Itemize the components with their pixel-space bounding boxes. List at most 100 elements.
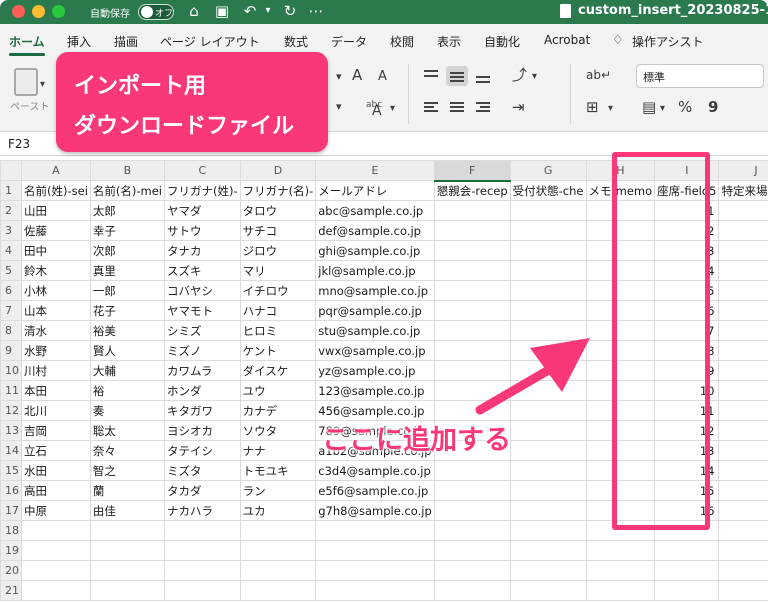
column-header-A[interactable]: A (21, 160, 91, 181)
table-cell[interactable] (509, 480, 587, 501)
table-cell[interactable]: シミズ (164, 320, 241, 341)
table-cell[interactable]: 大輔 (89, 360, 166, 381)
table-cell[interactable]: g7h8@sample.co.jp (315, 500, 435, 521)
table-cell[interactable] (585, 560, 656, 581)
row-header[interactable]: 2 (0, 200, 22, 221)
table-cell[interactable]: コバヤシ (164, 280, 241, 301)
table-cell[interactable]: ghi@sample.co.jp (315, 240, 435, 261)
table-cell[interactable]: 次郎 (89, 240, 166, 261)
row-header[interactable]: 11 (0, 380, 22, 401)
table-cell[interactable] (433, 280, 511, 301)
table-cell[interactable]: 名前(名)-mei (89, 180, 166, 201)
table-cell[interactable]: マリ (239, 260, 317, 281)
table-cell[interactable] (164, 580, 241, 601)
table-cell[interactable]: 懇親会-recep (433, 180, 511, 201)
indent-icon[interactable]: ⇥ (512, 98, 525, 116)
table-cell[interactable]: 裕 (89, 380, 166, 401)
table-cell[interactable]: 賢人 (89, 340, 166, 361)
table-cell[interactable]: 川村 (21, 360, 91, 381)
paste-icon[interactable] (14, 68, 38, 96)
table-cell[interactable] (89, 520, 166, 541)
table-cell[interactable] (718, 440, 768, 461)
row-header[interactable]: 6 (0, 280, 22, 301)
row-header[interactable]: 4 (0, 240, 22, 261)
table-cell[interactable]: サトウ (164, 220, 241, 241)
column-header-G[interactable]: G (509, 160, 587, 181)
table-cell[interactable]: ヤマダ (164, 200, 241, 221)
column-header-J[interactable]: J (718, 160, 768, 181)
save-icon[interactable]: ▣ (212, 1, 232, 21)
align-center-icon[interactable] (446, 98, 468, 118)
row-header[interactable]: 14 (0, 440, 22, 461)
tab-draw[interactable]: 描画 (114, 33, 138, 50)
table-cell[interactable] (718, 200, 768, 221)
table-cell[interactable]: カワムラ (164, 360, 241, 381)
name-box[interactable]: F23 (8, 137, 30, 151)
table-cell[interactable]: ジロウ (239, 240, 317, 261)
table-cell[interactable]: mno@sample.co.jp (315, 280, 435, 301)
table-cell[interactable] (718, 300, 768, 321)
table-cell[interactable] (718, 340, 768, 361)
row-header[interactable]: 17 (0, 500, 22, 521)
table-cell[interactable]: vwx@sample.co.jp (315, 340, 435, 361)
table-cell[interactable]: 鈴木 (21, 260, 91, 281)
row-header[interactable]: 10 (0, 360, 22, 381)
table-cell[interactable] (21, 540, 91, 561)
table-cell[interactable] (433, 340, 511, 361)
table-cell[interactable]: 水田 (21, 460, 91, 481)
table-cell[interactable] (433, 480, 511, 501)
table-cell[interactable]: yz@sample.co.jp (315, 360, 435, 381)
row-header[interactable]: 9 (0, 340, 22, 361)
undo-dropdown-icon[interactable]: ▾ (258, 1, 278, 21)
table-cell[interactable] (718, 420, 768, 441)
row-header[interactable]: 5 (0, 260, 22, 281)
comma-style-button[interactable]: 9 (708, 98, 718, 116)
tab-data[interactable]: データ (331, 33, 367, 50)
row-header[interactable]: 15 (0, 460, 22, 481)
table-cell[interactable] (509, 260, 587, 281)
table-cell[interactable] (433, 560, 511, 581)
more-icon[interactable]: ⋯ (306, 1, 326, 21)
table-cell[interactable] (509, 420, 587, 441)
table-cell[interactable]: 水野 (21, 340, 91, 361)
table-cell[interactable] (718, 520, 768, 541)
column-header-B[interactable]: B (89, 160, 166, 181)
table-cell[interactable] (718, 220, 768, 241)
tab-page-layout[interactable]: ページ レイアウト (160, 33, 260, 50)
row-header[interactable]: 1 (0, 180, 22, 201)
column-header-E[interactable]: E (315, 160, 435, 181)
row-header[interactable]: 16 (0, 480, 22, 501)
table-cell[interactable] (164, 540, 241, 561)
table-cell[interactable] (509, 500, 587, 521)
autosave-toggle[interactable]: オフ (138, 4, 174, 20)
table-cell[interactable]: カナデ (239, 400, 317, 421)
table-cell[interactable] (89, 540, 166, 561)
table-cell[interactable]: ナカハラ (164, 500, 241, 521)
table-cell[interactable]: メールアドレ (315, 180, 435, 201)
font-size-dropdown-icon[interactable]: ▾ (336, 68, 342, 86)
column-header-D[interactable]: D (239, 160, 317, 181)
table-cell[interactable] (509, 320, 587, 341)
table-cell[interactable]: 本田 (21, 380, 91, 401)
table-cell[interactable]: stu@sample.co.jp (315, 320, 435, 341)
table-cell[interactable]: ユカ (239, 500, 317, 521)
table-cell[interactable]: 山田 (21, 200, 91, 221)
align-right-icon[interactable] (472, 98, 494, 118)
table-cell[interactable] (89, 560, 166, 581)
table-cell[interactable] (718, 460, 768, 481)
orientation-icon[interactable]: ⤴ (512, 66, 527, 84)
shrink-font-icon[interactable]: A (378, 68, 387, 86)
align-top-icon[interactable] (420, 66, 442, 86)
table-cell[interactable] (718, 240, 768, 261)
table-cell[interactable] (239, 540, 317, 561)
percent-style-button[interactable]: % (678, 98, 692, 116)
orientation-dropdown-icon[interactable]: ▾ (532, 68, 537, 86)
table-cell[interactable]: 受付状態-che (509, 180, 587, 201)
table-cell[interactable]: 智之 (89, 460, 166, 481)
table-cell[interactable] (509, 400, 587, 421)
table-cell[interactable] (509, 340, 587, 361)
merge-dropdown-icon[interactable]: ▾ (608, 100, 613, 118)
table-cell[interactable]: タロウ (239, 200, 317, 221)
table-cell[interactable] (315, 540, 435, 561)
table-cell[interactable] (89, 580, 166, 601)
